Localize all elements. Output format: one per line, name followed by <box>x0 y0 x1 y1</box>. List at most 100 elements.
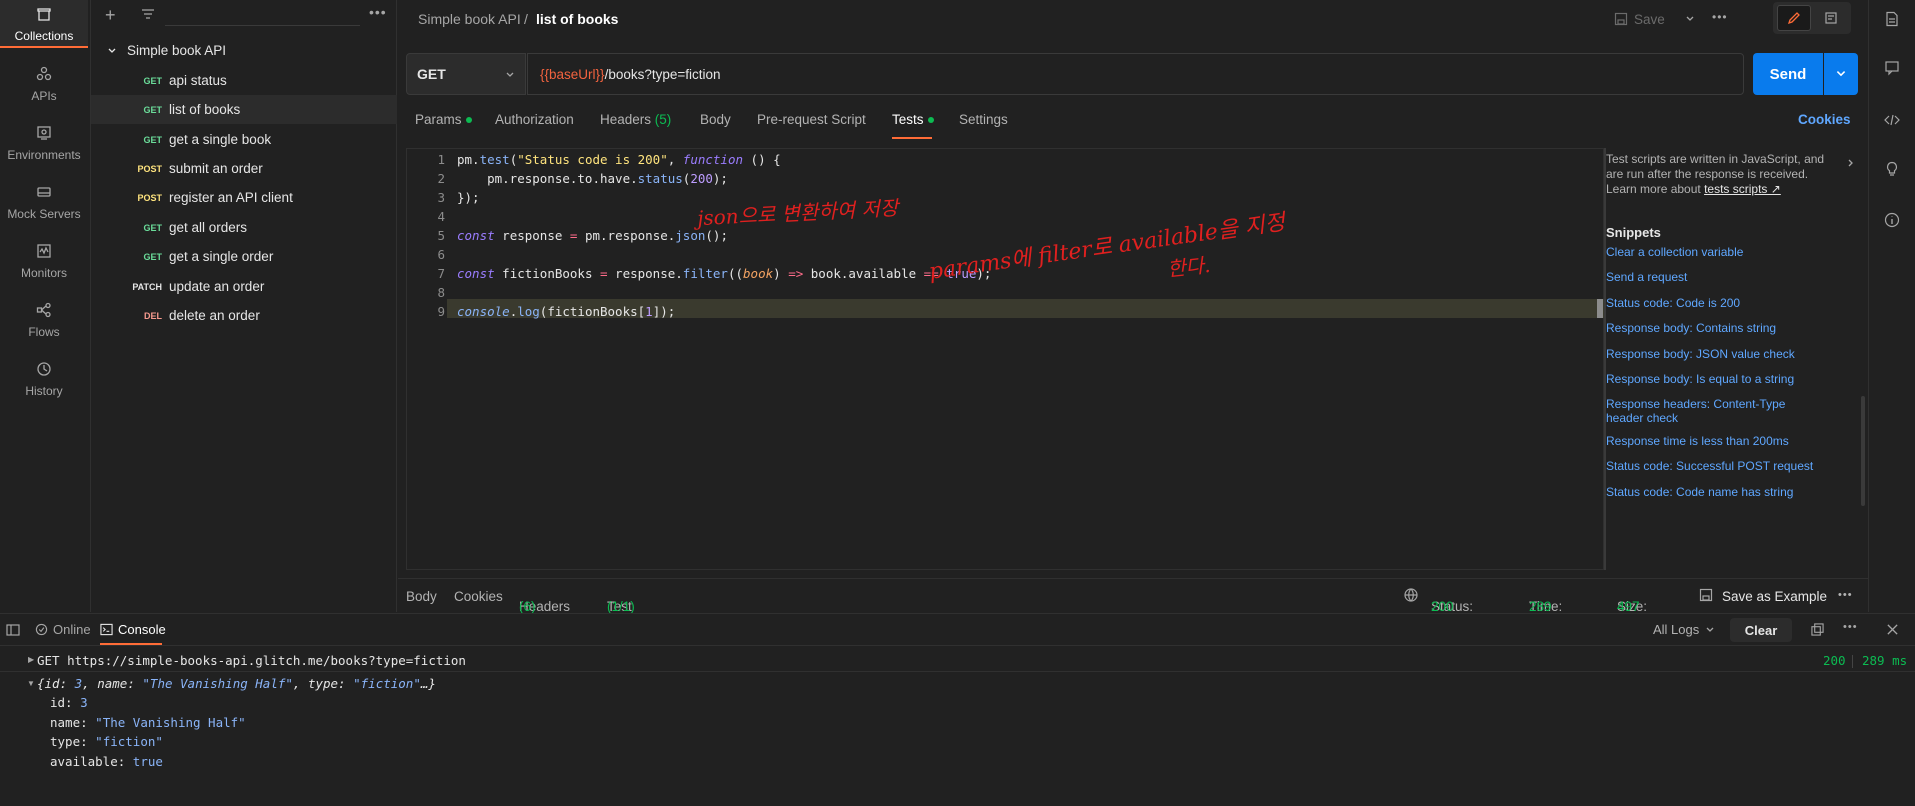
info-icon[interactable] <box>1884 212 1902 230</box>
documentation-icon[interactable] <box>1884 11 1902 29</box>
comments-icon[interactable] <box>1884 60 1902 78</box>
add-icon[interactable]: + <box>105 5 116 26</box>
rail-label: History <box>25 384 63 398</box>
resp-tab-cookies[interactable]: Cookies <box>454 589 503 604</box>
snippet-link[interactable]: Send a request <box>1606 270 1846 284</box>
tab-headers[interactable]: Headers (5) <box>600 112 671 127</box>
request-item[interactable]: DEL delete an order <box>91 301 397 330</box>
rail-mock-servers[interactable]: Mock Servers <box>0 178 88 234</box>
rail-collections[interactable]: Collections <box>0 0 88 48</box>
snippet-link[interactable]: Clear a collection variable <box>1606 245 1846 259</box>
collections-sidebar: + ••• Simple book API GET api status GET… <box>91 0 397 612</box>
snippet-link[interactable]: Status code: Code name has string <box>1606 485 1846 499</box>
handwritten-annotation: 한다. <box>1166 252 1212 282</box>
tab-params[interactable]: Params <box>415 112 472 127</box>
mock-server-icon <box>34 182 54 202</box>
code-icon[interactable] <box>1884 112 1902 130</box>
send-button[interactable]: Send <box>1753 53 1823 95</box>
console-tab[interactable]: Console <box>100 622 166 637</box>
tests-scripts-link[interactable]: tests scripts ↗ <box>1704 182 1781 196</box>
request-item[interactable]: POST submit an order <box>91 154 397 183</box>
request-item[interactable]: PATCH update an order <box>91 272 397 301</box>
url-bar: GET {{baseUrl}} /books?type=fiction Send <box>406 53 1858 95</box>
rail-history[interactable]: History <box>0 355 88 411</box>
save-button[interactable]: Save <box>1614 6 1674 32</box>
rail-environments[interactable]: Environments <box>0 119 88 175</box>
method-badge: GET <box>143 75 162 86</box>
request-header: Simple book API / list of books Save ••• <box>398 0 1868 40</box>
filter-icon[interactable] <box>141 7 155 21</box>
more-options-icon[interactable]: ••• <box>1838 589 1853 601</box>
sidebar-search-input[interactable] <box>165 4 360 26</box>
snippet-link[interactable]: Response body: Contains string <box>1606 321 1846 335</box>
more-options-icon[interactable]: ••• <box>1843 621 1858 633</box>
save-dropdown-button[interactable] <box>1678 6 1702 32</box>
snippet-link[interactable]: Response body: Is equal to a string <box>1606 372 1846 386</box>
request-name: get a single order <box>169 249 274 264</box>
log-level-select[interactable]: All Logs <box>1653 622 1715 637</box>
request-item[interactable]: POST register an API client <box>91 183 397 212</box>
edit-mode-button[interactable] <box>1777 5 1811 31</box>
request-name: register an API client <box>169 190 293 205</box>
tab-tests[interactable]: Tests <box>892 112 934 127</box>
tab-prerequest[interactable]: Pre-request Script <box>757 112 866 127</box>
doc-mode-button[interactable] <box>1815 5 1847 31</box>
url-variable: {{baseUrl}} <box>540 66 605 82</box>
collection-row[interactable]: Simple book API <box>91 36 397 65</box>
request-name: get a single book <box>169 132 272 147</box>
more-options-icon[interactable]: ••• <box>369 4 387 20</box>
rail-monitors[interactable]: Monitors <box>0 237 88 293</box>
check-circle-icon <box>35 623 48 636</box>
code-line-3: }); <box>457 190 480 205</box>
request-log-line: GET https://simple-books-api.glitch.me/b… <box>37 653 466 668</box>
rail-label: Collections <box>14 29 74 43</box>
object-prop-available: available: true <box>50 754 163 769</box>
snippet-link[interactable]: Response headers: Content-Type header ch… <box>1606 397 1826 425</box>
snippet-link[interactable]: Response time is less than 200ms <box>1606 434 1846 448</box>
save-as-example-button[interactable]: Save as Example <box>1722 589 1827 604</box>
snippets-scrollbar[interactable] <box>1861 396 1865 506</box>
request-item[interactable]: GET get a single book <box>91 125 397 154</box>
tests-script-editor[interactable]: 1 2 3 4 5 6 7 8 9 pm.test("Status code i… <box>406 148 1605 570</box>
tab-body[interactable]: Body <box>700 112 731 127</box>
code-line-7: const fictionBooks = response.filter((bo… <box>457 266 992 281</box>
send-dropdown-button[interactable] <box>1824 53 1858 95</box>
copy-icon[interactable] <box>1811 623 1824 636</box>
status-dot <box>465 117 472 124</box>
resp-tab-body[interactable]: Body <box>406 589 437 604</box>
console-object-log[interactable]: ▼ {id: 3, name: "The Vanishing Half", ty… <box>0 674 1915 794</box>
tab-settings[interactable]: Settings <box>959 112 1008 127</box>
request-name: get all orders <box>169 220 248 235</box>
lightbulb-icon[interactable] <box>1884 161 1902 179</box>
method-badge: GET <box>143 104 162 115</box>
more-options-icon[interactable]: ••• <box>1712 10 1728 24</box>
tab-authorization[interactable]: Authorization <box>495 112 574 127</box>
request-item-selected[interactable]: GET list of books <box>91 95 397 124</box>
request-item[interactable]: GET get a single order <box>91 242 397 271</box>
snippets-title: Snippets <box>1606 225 1661 240</box>
rail-apis[interactable]: APIs <box>0 60 88 116</box>
breadcrumb-parent[interactable]: Simple book API <box>418 11 521 27</box>
close-icon[interactable] <box>1886 623 1899 636</box>
right-rail <box>1868 0 1915 612</box>
online-status[interactable]: Online <box>35 622 91 637</box>
method-badge: GET <box>143 251 162 262</box>
url-input[interactable]: {{baseUrl}} /books?type=fiction <box>527 53 1744 95</box>
clear-button[interactable]: Clear <box>1730 618 1792 642</box>
request-name: update an order <box>169 279 265 294</box>
sidebar-toggle-icon[interactable] <box>6 623 20 637</box>
snippet-link[interactable]: Response body: JSON value check <box>1606 347 1846 361</box>
status-dot <box>927 117 934 124</box>
request-item[interactable]: GET get all orders <box>91 213 397 242</box>
snippet-link[interactable]: Status code: Code is 200 <box>1606 296 1846 310</box>
chevron-right-icon[interactable] <box>1846 158 1856 168</box>
request-item[interactable]: GET api status <box>91 66 397 95</box>
cookies-link[interactable]: Cookies <box>1798 112 1851 127</box>
rail-flows[interactable]: Flows <box>0 296 88 352</box>
snippet-link[interactable]: Status code: Successful POST request <box>1606 459 1846 473</box>
page-title[interactable]: list of books <box>536 11 618 27</box>
globe-icon[interactable] <box>1403 587 1419 603</box>
method-select[interactable]: GET <box>406 53 526 95</box>
console-request-row[interactable]: ▶ GET https://simple-books-api.glitch.me… <box>0 650 1915 672</box>
code-line-9: console.log(fictionBooks[1]); <box>457 304 676 319</box>
